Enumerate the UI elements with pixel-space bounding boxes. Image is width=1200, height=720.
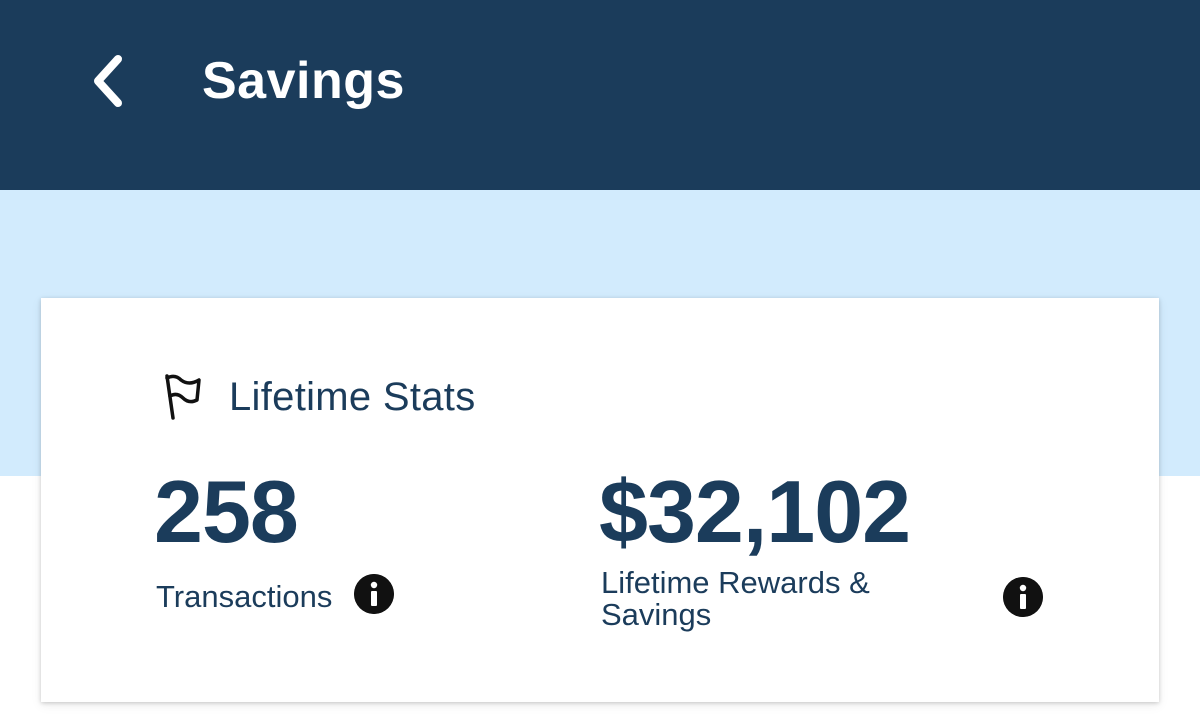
- transactions-info-icon[interactable]: [354, 574, 394, 614]
- rewards-info-icon[interactable]: [1003, 577, 1043, 617]
- card-title: Lifetime Stats: [229, 375, 476, 419]
- transactions-label: Transactions: [156, 579, 333, 614]
- card-header: Lifetime Stats: [159, 370, 476, 424]
- rewards-label-line1: Lifetime Rewards &: [601, 565, 870, 600]
- page-title: Savings: [202, 52, 405, 110]
- back-button[interactable]: [78, 48, 138, 114]
- chevron-left-icon: [94, 55, 122, 107]
- lifetime-stats-card: Lifetime Stats 258 Transactions $32,102 …: [41, 298, 1159, 702]
- flag-icon: [165, 374, 201, 420]
- transactions-value: 258: [154, 462, 299, 561]
- rewards-label-line2: Savings: [601, 597, 712, 632]
- rewards-value: $32,102: [599, 462, 911, 561]
- app-header: Savings: [0, 0, 1200, 190]
